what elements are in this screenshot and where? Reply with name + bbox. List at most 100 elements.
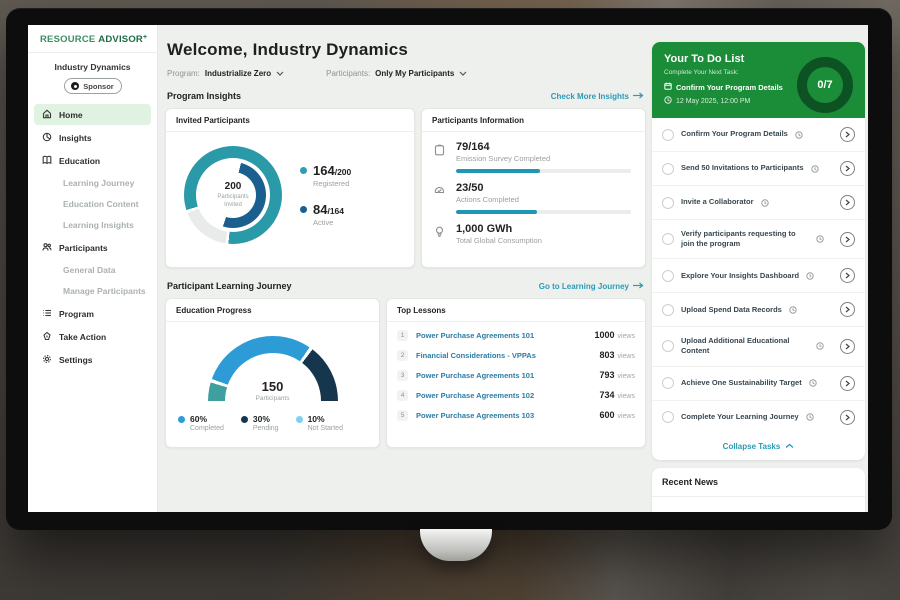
task-checkbox[interactable] xyxy=(662,340,674,352)
task-checkbox[interactable] xyxy=(662,129,674,141)
task-item[interactable]: Confirm Your Program Details xyxy=(652,118,865,152)
program-filter[interactable]: Program: Industrialize Zero xyxy=(167,69,284,78)
sidebar: RESOURCE ADVISOR+ Industry Dynamics Spon… xyxy=(28,25,158,512)
calendar-icon xyxy=(664,82,672,92)
task-item[interactable]: Upload Spend Data Records xyxy=(652,293,865,327)
sidebar-item-settings[interactable]: Settings xyxy=(34,349,151,370)
legend-item-active: 84/164 Active xyxy=(300,202,351,227)
invited-donut-chart: 200 Participants Invited xyxy=(184,146,282,244)
legend-item-registered: 164/200 Registered xyxy=(300,163,351,188)
chevron-right-button[interactable] xyxy=(840,410,855,425)
task-checkbox[interactable] xyxy=(662,233,674,245)
right-column: Your To Do List Complete Your Next Task:… xyxy=(652,42,865,512)
take-action-icon xyxy=(42,331,52,343)
stat-emission-survey: 79/164 Emission Survey Completed xyxy=(422,141,645,173)
completed-dot-icon xyxy=(178,416,185,423)
clock-icon xyxy=(789,306,797,314)
lesson-row: 2 Financial Considerations - VPPAs 803vi… xyxy=(387,345,645,365)
collapse-tasks-link[interactable]: Collapse Tasks xyxy=(652,434,865,460)
lesson-link[interactable]: Power Purchase Agreements 101 xyxy=(416,371,591,380)
chevron-right-button[interactable] xyxy=(840,339,855,354)
legend-item-completed: 60% Completed xyxy=(178,414,224,432)
stat-actions-completed: 23/50 Actions Completed xyxy=(422,182,645,214)
gear-icon xyxy=(42,354,52,366)
bulb-icon xyxy=(434,223,447,245)
task-checkbox[interactable] xyxy=(662,270,674,282)
filters-row: Program: Industrialize Zero Participants… xyxy=(167,69,646,78)
donut-center-value: 200 xyxy=(225,181,242,192)
arrow-right-icon xyxy=(633,92,644,101)
learning-journey-header: Participant Learning Journey Go to Learn… xyxy=(167,281,644,291)
todo-counter-badge: 0/7 xyxy=(797,57,853,113)
clock-icon xyxy=(806,413,814,421)
legend-item-not-started: 10% Not Started xyxy=(296,414,343,432)
chevron-right-button[interactable] xyxy=(840,268,855,283)
recent-news-card: Recent News xyxy=(652,468,865,513)
participants-filter[interactable]: Participants: Only My Participants xyxy=(326,69,467,78)
go-to-learning-journey-link[interactable]: Go to Learning Journey xyxy=(539,282,644,291)
lesson-row: 1 Power Purchase Agreements 101 1000view… xyxy=(387,325,645,345)
task-item[interactable]: Complete Your Learning Journey xyxy=(652,401,865,434)
chevron-right-button[interactable] xyxy=(840,195,855,210)
chevron-right-button[interactable] xyxy=(840,302,855,317)
active-dot-icon xyxy=(300,206,307,213)
lesson-link[interactable]: Power Purchase Agreements 102 xyxy=(416,391,591,400)
sidebar-item-home[interactable]: Home xyxy=(34,104,151,125)
gauge-center-value: 150 xyxy=(208,379,338,394)
chevron-right-button[interactable] xyxy=(840,376,855,391)
sidebar-item-insights[interactable]: Insights xyxy=(34,127,151,148)
sponsor-badge: Sponsor xyxy=(64,78,122,94)
app-logo: RESOURCE ADVISOR+ xyxy=(28,25,157,53)
task-item[interactable]: Invite a Collaborator xyxy=(652,186,865,220)
task-item[interactable]: Explore Your Insights Dashboard xyxy=(652,259,865,293)
task-item[interactable]: Upload Additional Educational Content xyxy=(652,327,865,366)
task-checkbox[interactable] xyxy=(662,304,674,316)
journey-cards-row: Education Progress 150 Participants 60% … xyxy=(165,298,646,448)
sidebar-item-program[interactable]: Program xyxy=(34,303,151,324)
task-checkbox[interactable] xyxy=(662,411,674,423)
chevron-down-icon xyxy=(276,69,284,78)
chevron-right-button[interactable] xyxy=(840,232,855,247)
todo-header: Your To Do List Complete Your Next Task:… xyxy=(652,42,865,118)
donut-center-label: Participants Invited xyxy=(216,194,250,210)
clock-icon xyxy=(809,379,817,387)
task-checkbox[interactable] xyxy=(662,197,674,209)
task-checkbox[interactable] xyxy=(662,377,674,389)
arrow-right-icon xyxy=(633,282,644,291)
sidebar-item-education-content[interactable]: Education Content xyxy=(34,194,151,214)
task-item[interactable]: Send 50 Invitations to Participants xyxy=(652,152,865,186)
chevron-right-button[interactable] xyxy=(840,127,855,142)
sidebar-item-learning-insights[interactable]: Learning Insights xyxy=(34,215,151,235)
sidebar-item-general-data[interactable]: General Data xyxy=(34,260,151,280)
lesson-link[interactable]: Power Purchase Agreements 103 xyxy=(416,411,591,420)
clipboard-icon xyxy=(434,141,447,173)
insights-cards-row: Invited Participants 200 Participants In… xyxy=(165,108,646,268)
clock-icon xyxy=(811,165,819,173)
lesson-link[interactable]: Financial Considerations - VPPAs xyxy=(416,351,591,360)
clock-icon xyxy=(664,96,672,106)
sidebar-item-manage-participants[interactable]: Manage Participants xyxy=(34,281,151,301)
registered-dot-icon xyxy=(300,167,307,174)
sponsor-icon xyxy=(71,82,79,90)
task-checkbox[interactable] xyxy=(662,163,674,175)
task-item[interactable]: Verify participants requesting to join t… xyxy=(652,220,865,259)
pending-dot-icon xyxy=(241,416,248,423)
check-more-insights-link[interactable]: Check More Insights xyxy=(551,92,644,101)
clock-icon xyxy=(761,199,769,207)
sidebar-item-take-action[interactable]: Take Action xyxy=(34,326,151,347)
lesson-link[interactable]: Power Purchase Agreements 101 xyxy=(416,331,586,340)
legend-item-pending: 30% Pending xyxy=(241,414,279,432)
lesson-row: 5 Power Purchase Agreements 103 600views xyxy=(387,405,645,425)
gauge-center-label: Participants xyxy=(208,395,338,402)
org-name: Industry Dynamics xyxy=(28,62,157,72)
education-gauge-chart: 150 Participants xyxy=(208,336,338,402)
chevron-down-icon xyxy=(459,69,467,78)
sidebar-item-education[interactable]: Education xyxy=(34,150,151,171)
clock-icon xyxy=(806,272,814,280)
chevron-right-button[interactable] xyxy=(840,161,855,176)
sidebar-item-learning-journey[interactable]: Learning Journey xyxy=(34,173,151,193)
task-item[interactable]: Achieve One Sustainability Target xyxy=(652,367,865,401)
gauge-legend: 60% Completed 30% Pending 10% Not Starte… xyxy=(166,414,379,432)
clock-icon xyxy=(795,131,803,139)
sidebar-item-participants[interactable]: Participants xyxy=(34,237,151,258)
